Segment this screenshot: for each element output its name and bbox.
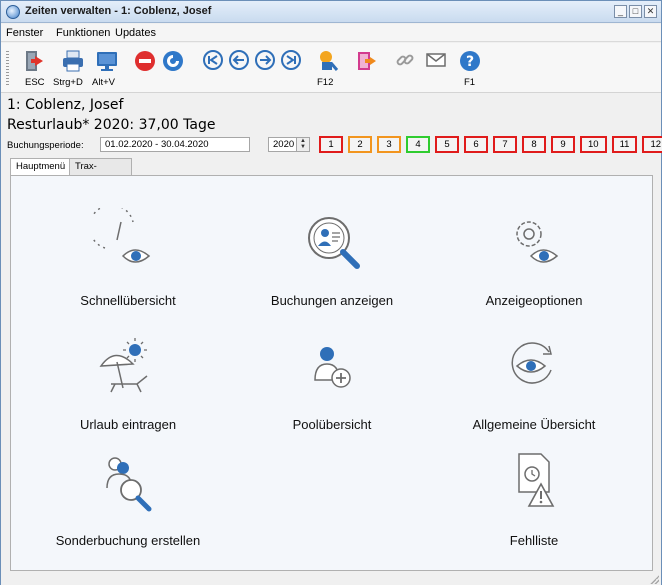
- tab-trax-stempelung[interactable]: Trax-Stempelung: [69, 158, 132, 187]
- month-selector: 1 2 3 4 5 6 7 8 9 10 11 12: [319, 136, 662, 153]
- window-controls: _ □ ✕: [614, 5, 657, 18]
- menu-updates[interactable]: Updates: [115, 27, 156, 39]
- app-window: Zeiten verwalten - 1: Coblenz, Josef _ □…: [0, 0, 662, 585]
- tile-fehlliste-label: Fehlliste: [509, 533, 559, 548]
- close-button[interactable]: ✕: [644, 5, 657, 18]
- month-button-9[interactable]: 9: [551, 136, 575, 153]
- first-icon[interactable]: [202, 49, 224, 71]
- group-search-icon: [106, 457, 152, 512]
- tile-sonderbuchung-erstellen-label: Sonderbuchung erstellen: [55, 533, 201, 548]
- tile-anzeigeoptionen-label: Anzeigeoptionen: [485, 293, 583, 308]
- quick-overview-icon: [88, 204, 151, 263]
- main-menu-panel: Schnellübersicht Buchungen anzeigen Anze…: [10, 175, 653, 571]
- mail-icon[interactable]: [425, 49, 447, 71]
- maximize-button[interactable]: □: [629, 5, 642, 18]
- period-field[interactable]: 01.02.2020 - 30.04.2020: [100, 137, 250, 152]
- month-button-2[interactable]: 2: [348, 136, 372, 153]
- view-shortcut-label: Alt+V: [92, 77, 115, 88]
- month-button-1[interactable]: 1: [319, 136, 343, 153]
- month-button-3[interactable]: 3: [377, 136, 401, 153]
- tile-allgemeine-uebersicht-label: Allgemeine Übersicht: [472, 417, 596, 432]
- tile-schnelluebersicht[interactable]: Schnellübersicht: [28, 204, 228, 308]
- employee-info: 1: Coblenz, Josef Resturlaub* 2020: 37,0…: [1, 94, 662, 156]
- previous-icon[interactable]: [228, 49, 250, 71]
- tile-pooluebersicht-label: Poolübersicht: [292, 417, 372, 432]
- menu-bar: Fenster Funktionen Updates: [1, 24, 661, 42]
- month-button-5[interactable]: 5: [435, 136, 459, 153]
- f12-label: F12: [317, 77, 334, 88]
- resize-grip[interactable]: [649, 574, 659, 584]
- search-person-icon[interactable]: [317, 49, 339, 73]
- title-bar: Zeiten verwalten - 1: Coblenz, Josef _ □…: [1, 1, 661, 23]
- f1-label: F1: [464, 77, 476, 88]
- window-title: Zeiten verwalten - 1: Coblenz, Josef: [25, 5, 212, 17]
- app-icon: [6, 5, 20, 19]
- tab-hauptmenue[interactable]: Hauptmenü: [10, 158, 72, 176]
- booking-search-icon: [308, 217, 360, 269]
- tile-buchungen-anzeigen-label: Buchungen anzeigen: [270, 293, 394, 308]
- menu-funktionen[interactable]: Funktionen: [56, 27, 110, 39]
- print-shortcut-label: Strg+D: [53, 77, 83, 88]
- employee-name: 1: Coblenz, Josef: [7, 97, 124, 113]
- overview-eye-icon: [511, 342, 552, 384]
- vacation-icon: [99, 338, 148, 393]
- month-button-8[interactable]: 8: [522, 136, 546, 153]
- menu-fenster[interactable]: Fenster: [6, 27, 43, 39]
- month-button-12[interactable]: 12: [642, 136, 662, 153]
- printer-icon[interactable]: [61, 49, 85, 73]
- year-spin-buttons[interactable]: ▲ ▼: [296, 138, 309, 151]
- settings-eye-icon: [516, 221, 559, 263]
- month-button-4[interactable]: 4: [406, 136, 430, 153]
- link-icon[interactable]: [394, 49, 416, 71]
- refresh-icon[interactable]: [161, 49, 185, 73]
- year-value: 2020: [273, 139, 295, 150]
- svg-text:?: ?: [466, 54, 474, 70]
- delete-icon[interactable]: [133, 49, 157, 73]
- tile-pooluebersicht[interactable]: Poolübersicht: [232, 332, 432, 432]
- exit-icon[interactable]: [23, 49, 45, 73]
- vacation-balance: Resturlaub* 2020: 37,00 Tage: [7, 117, 216, 133]
- year-stepper[interactable]: 2020 ▲ ▼: [268, 137, 310, 152]
- help-icon[interactable]: ?: [458, 49, 482, 73]
- minimize-button[interactable]: _: [614, 5, 627, 18]
- esc-label: ESC: [25, 77, 45, 88]
- tile-schnelluebersicht-label: Schnellübersicht: [80, 293, 176, 308]
- toolbar-grip[interactable]: [6, 51, 9, 85]
- period-label: Buchungsperiode:: [7, 140, 84, 151]
- tile-fehlliste[interactable]: Fehlliste: [434, 448, 634, 548]
- tile-urlaub-eintragen-label: Urlaub eintragen: [79, 417, 177, 432]
- toolbar: ESC Strg+D Alt+V F12 ? F1: [1, 43, 661, 93]
- month-button-7[interactable]: 7: [493, 136, 517, 153]
- add-person-icon: [314, 347, 351, 388]
- export-icon[interactable]: [355, 49, 377, 73]
- error-list-icon: [518, 453, 555, 507]
- tile-sonderbuchung-erstellen[interactable]: Sonderbuchung erstellen: [28, 448, 228, 548]
- tile-anzeigeoptionen[interactable]: Anzeigeoptionen: [434, 208, 634, 308]
- month-button-10[interactable]: 10: [580, 136, 607, 153]
- tile-allgemeine-uebersicht[interactable]: Allgemeine Übersicht: [434, 332, 634, 432]
- tile-urlaub-eintragen[interactable]: Urlaub eintragen: [28, 332, 228, 432]
- tile-buchungen-anzeigen[interactable]: Buchungen anzeigen: [232, 208, 432, 308]
- status-bar: [1, 573, 661, 585]
- last-icon[interactable]: [280, 49, 302, 71]
- monitor-icon[interactable]: [95, 49, 119, 73]
- next-icon[interactable]: [254, 49, 276, 71]
- month-button-11[interactable]: 11: [611, 136, 638, 153]
- month-button-6[interactable]: 6: [464, 136, 488, 153]
